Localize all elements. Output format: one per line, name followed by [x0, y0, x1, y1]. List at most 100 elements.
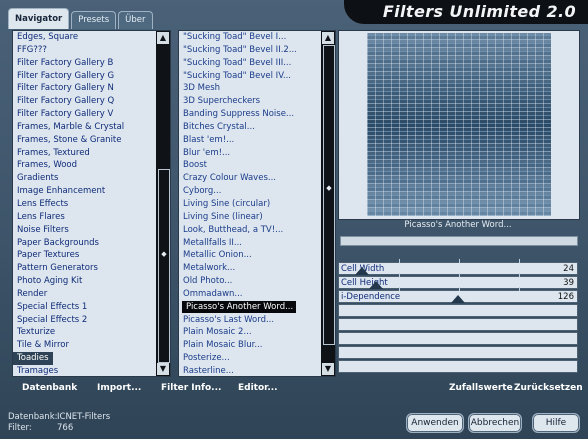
filter-item[interactable]: Living Sine (linear) [179, 211, 320, 224]
help-button[interactable]: Hilfe [532, 413, 580, 433]
category-item[interactable]: Tramages [13, 365, 155, 376]
category-item[interactable]: Render [13, 288, 155, 301]
category-item[interactable]: Frames, Stone & Granite [13, 134, 155, 147]
filter-item[interactable]: "Sucking Toad" Bevel IV... [179, 70, 320, 83]
parameter-row[interactable]: Cell Height 39 [338, 273, 578, 289]
filter-item[interactable]: Banding Suppress Noise... [179, 108, 320, 121]
slider-handle-icon[interactable] [368, 281, 383, 289]
filter-item[interactable]: "Sucking Toad" Bevel III... [179, 57, 320, 70]
import-button[interactable]: Import... [97, 383, 141, 393]
preview-image[interactable] [367, 33, 551, 216]
category-scrollbar[interactable]: ▲ ◆ ▼ [156, 31, 170, 376]
filter-item[interactable]: 3D Mesh [179, 82, 320, 95]
category-item[interactable]: Photo Aging Kit [13, 275, 155, 288]
arrow-up-icon[interactable]: ▲ [322, 32, 334, 44]
filter-item[interactable]: Rasterline... [179, 365, 320, 376]
apply-button[interactable]: Anwenden [406, 413, 464, 433]
parameter-row-empty [338, 346, 578, 359]
filter-list[interactable]: "Sucking Toad" Bevel I... "Sucking Toad" … [179, 31, 320, 376]
filter-item[interactable]: Old Photo... [179, 275, 320, 288]
category-item[interactable]: Frames, Wood [13, 159, 155, 172]
slider-handle-icon[interactable] [354, 267, 369, 275]
filter-item[interactable]: Bitches Crystal... [179, 121, 320, 134]
zuruecksetzen-button[interactable]: Zurücksetzen [514, 383, 583, 393]
filters-unlimited-window: Navigator Presets Über Filters Unlimited… [0, 0, 588, 439]
category-item[interactable]: Gradients [13, 172, 155, 185]
parameter-value: 39 [563, 278, 574, 288]
filter-item[interactable]: Metalwork... [179, 262, 320, 275]
slider-tick [459, 273, 460, 277]
slider-tick [519, 259, 520, 263]
datenbank-button[interactable]: Datenbank [22, 383, 77, 393]
parameter-controls: Cell Width 24 Cell Height 39 i-Dependence 126 [338, 259, 578, 374]
filter-item[interactable]: Crazy Colour Waves... [179, 172, 320, 185]
category-item[interactable]: Lens Effects [13, 198, 155, 211]
scroll-grip-icon: ◆ [161, 250, 167, 258]
filter-item[interactable]: Metallfalls II... [179, 237, 320, 250]
filter-item[interactable]: Picasso's Last Word... [179, 314, 320, 327]
category-item[interactable]: Toadies [13, 352, 53, 365]
filter-item[interactable]: Plain Mosaic Blur... [179, 339, 320, 352]
category-item[interactable]: Paper Backgrounds [13, 237, 155, 250]
arrow-down-icon[interactable]: ▼ [157, 363, 169, 375]
category-list[interactable]: Edges, Square FFG??? Filter Factory Galler… [13, 31, 155, 376]
filter-item[interactable]: Posterize... [179, 352, 320, 365]
filter-item[interactable]: Plain Mosaic 2... [179, 326, 320, 339]
filter-scrollbar[interactable]: ▲ ◆ ▼ [321, 31, 335, 376]
filter-item[interactable]: Look, Butthead, a TV!... [179, 224, 320, 237]
app-title: Filters Unlimited 2.0 [382, 2, 576, 21]
filter-item-selected[interactable]: Picasso's Another Word... [182, 300, 297, 313]
slider-tick [459, 259, 460, 263]
category-item[interactable]: Frames, Marble & Crystal [13, 121, 155, 134]
tab-ueber[interactable]: Über [118, 11, 153, 29]
category-item[interactable]: Filter Factory Gallery G [13, 70, 155, 83]
slider-tick [399, 259, 400, 263]
filter-item[interactable]: Blur 'em!... [179, 147, 320, 160]
category-item[interactable]: Filter Factory Gallery V [13, 108, 155, 121]
category-item[interactable]: Paper Textures [13, 249, 155, 262]
cancel-button[interactable]: Abbrechen [468, 413, 522, 433]
category-item[interactable]: Frames, Textured [13, 147, 155, 160]
filter-item[interactable]: 3D Supercheckers [179, 95, 320, 108]
filter-info-button[interactable]: Filter Info... [161, 383, 221, 393]
filter-item[interactable]: "Sucking Toad" Bevel II.2... [179, 44, 320, 57]
category-item[interactable]: Filter Factory Gallery B [13, 57, 155, 70]
filter-item[interactable]: Cyborg... [179, 185, 320, 198]
category-scroll-thumb[interactable]: ◆ [158, 169, 170, 363]
category-item[interactable]: Pattern Generators [13, 262, 155, 275]
parameter-row[interactable]: Cell Width 24 [338, 259, 578, 275]
zufallswerte-button[interactable]: Zufallswerte [449, 383, 513, 393]
category-item[interactable]: Lens Flares [13, 211, 155, 224]
slider-tick [399, 287, 400, 291]
category-item[interactable]: Texturize [13, 326, 155, 339]
category-item[interactable]: Image Enhancement [13, 185, 155, 198]
filter-item[interactable]: Picasso's Another Word... [179, 300, 320, 314]
tab-presets[interactable]: Presets [71, 11, 117, 29]
preview-frame [338, 30, 580, 220]
category-item[interactable]: Filter Factory Gallery Q [13, 95, 155, 108]
category-item[interactable]: Filter Factory Gallery N [13, 82, 155, 95]
arrow-up-icon[interactable]: ▲ [157, 32, 169, 44]
arrow-down-icon[interactable]: ▼ [322, 363, 334, 375]
filter-item[interactable]: Blast 'em!... [179, 134, 320, 147]
parameter-row-empty [338, 304, 578, 317]
filter-scroll-thumb[interactable]: ◆ [323, 45, 335, 345]
filter-item[interactable]: Metallic Onion... [179, 249, 320, 262]
category-item[interactable]: Noise Filters [13, 224, 155, 237]
editor-button[interactable]: Editor... [238, 383, 278, 393]
filter-item[interactable]: "Sucking Toad" Bevel I... [179, 31, 320, 44]
parameter-row[interactable]: i-Dependence 126 [338, 287, 578, 303]
filter-item[interactable]: Boost [179, 159, 320, 172]
slider-handle-icon[interactable] [450, 295, 465, 303]
filter-item[interactable]: Living Sine (circular) [179, 198, 320, 211]
tab-navigator[interactable]: Navigator [8, 8, 70, 29]
category-item[interactable]: Special Effects 2 [13, 314, 155, 327]
category-item[interactable]: Edges, Square [13, 31, 155, 44]
filter-count-label: Filter: [8, 423, 32, 433]
filter-item[interactable]: Ommadawn... [179, 288, 320, 301]
parameter-value: 24 [563, 264, 574, 274]
category-item[interactable]: FFG??? [13, 44, 155, 57]
category-item[interactable]: Special Effects 1 [13, 301, 155, 314]
db-value: ICNET-Filters [57, 412, 111, 422]
category-item[interactable]: Tile & Mirror [13, 339, 155, 352]
